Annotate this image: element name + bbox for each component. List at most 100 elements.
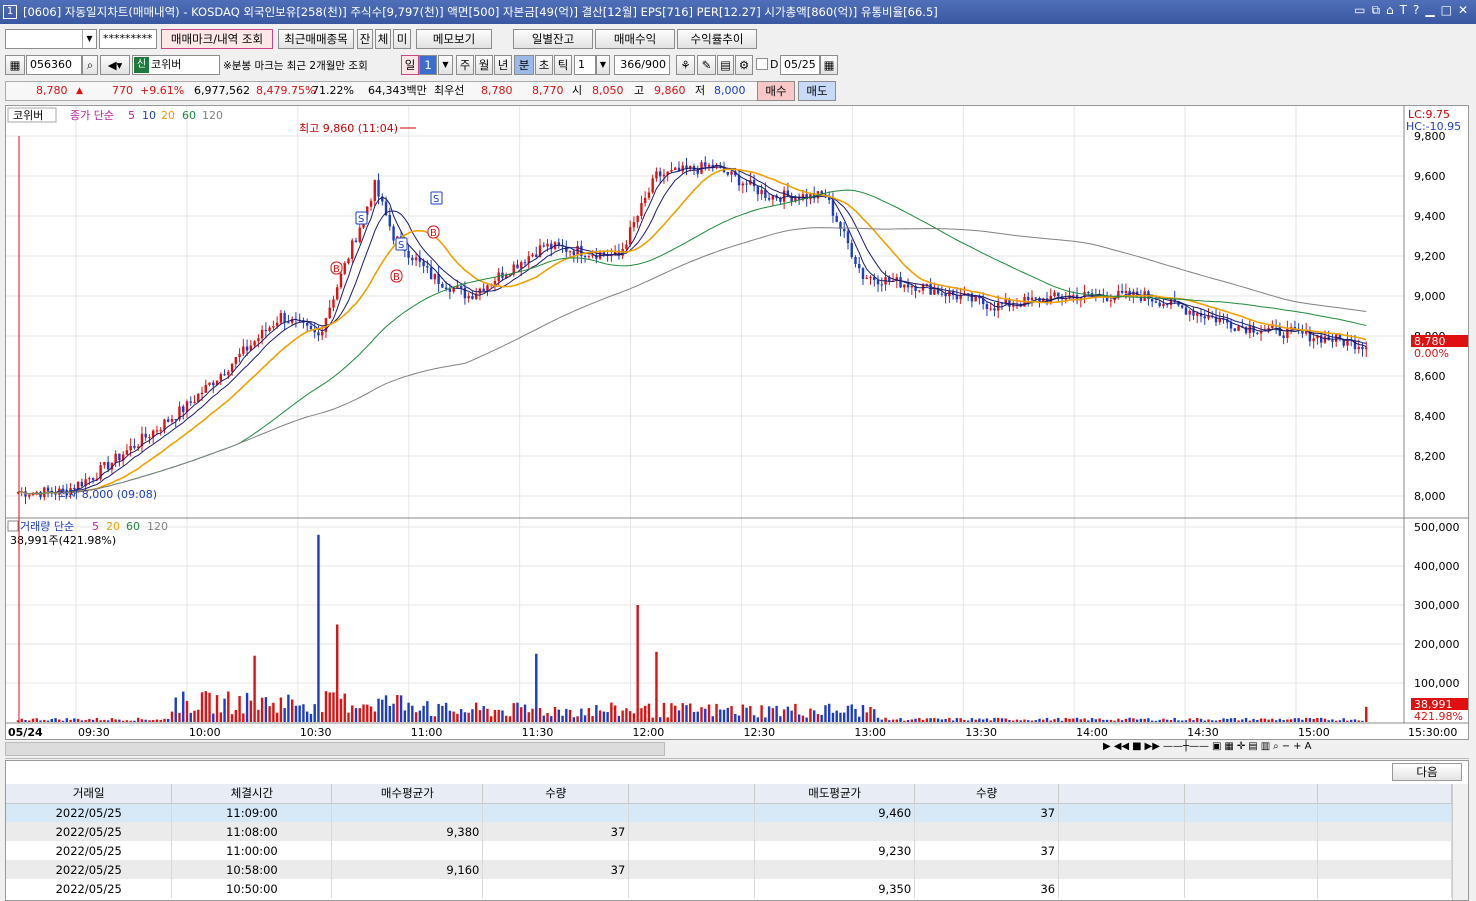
trade-mark-query-button[interactable]: 매매마크/내역 조회	[161, 29, 273, 49]
crosshair-icon[interactable]: ✛	[1237, 741, 1245, 752]
zoom-out-icon[interactable]: −	[1282, 741, 1290, 752]
volume-bar	[1109, 719, 1113, 722]
table-icon[interactable]: ▤	[1248, 741, 1257, 752]
layout-icon[interactable]: ▣	[1212, 741, 1221, 752]
period-second[interactable]: 초	[535, 55, 553, 75]
volume-bar	[185, 700, 189, 722]
chart-menu-icon[interactable]: ▦	[5, 55, 25, 75]
table-cell	[331, 803, 484, 822]
candle	[542, 242, 545, 248]
table-row[interactable]: 2022/05/25 10:50:00 9,350 36	[6, 879, 1453, 898]
window-number[interactable]: 1	[3, 5, 17, 19]
chevron-down-icon[interactable]: ▼	[438, 55, 453, 75]
memo-button[interactable]: 메모보기	[416, 29, 492, 49]
sell-button[interactable]: 매도	[798, 81, 836, 101]
table-row[interactable]: 2022/05/25 11:00:00 9,230 37	[6, 841, 1453, 860]
table-row[interactable]: 2022/05/25 10:58:00 9,160 37	[6, 860, 1453, 879]
price-chart-area[interactable]: 코위버 종가 단순 5 10 20 60 120 LC:9.75 HC:-10.…	[5, 105, 1469, 740]
minimize-icon[interactable]: ▁	[1425, 3, 1434, 18]
volume-bar	[1019, 720, 1022, 722]
column-header[interactable]: 수량	[914, 784, 1060, 804]
column-header[interactable]: 체결시간	[171, 784, 333, 804]
daily-balance-button[interactable]: 일별잔고	[513, 29, 593, 49]
period-minute[interactable]: 분	[514, 55, 534, 75]
candle	[501, 266, 504, 281]
chevron-down-icon[interactable]: ▼	[82, 30, 96, 48]
help-icon[interactable]: ?	[1413, 3, 1419, 18]
forward-icon[interactable]: ▶▶	[1145, 741, 1160, 752]
zoom-slider[interactable]: ——┼——	[1163, 741, 1209, 752]
account-select[interactable]: ▼	[5, 29, 97, 49]
next-button[interactable]: 다음	[1392, 763, 1462, 781]
volume-bar	[268, 706, 271, 722]
play-icon[interactable]: ▶	[1103, 741, 1111, 752]
period-day[interactable]: 일	[401, 55, 419, 75]
gear-icon[interactable]: ⚙	[735, 55, 753, 75]
interval-select[interactable]: 1	[574, 55, 596, 75]
zoom-icon[interactable]: ⌕	[1273, 741, 1279, 752]
indicator-icon[interactable]: ⚘	[676, 55, 695, 75]
column-header[interactable]: 매수평균가	[331, 784, 484, 804]
maximize-icon[interactable]: □	[1441, 3, 1452, 18]
search-icon[interactable]: ⌕	[82, 55, 98, 75]
volume-bar	[978, 718, 981, 722]
rewind-icon[interactable]: ◀◀	[1114, 741, 1129, 752]
save-icon[interactable]: ▤	[717, 55, 734, 75]
table-vscrollbar[interactable]	[1452, 784, 1468, 900]
password-field[interactable]: *********	[99, 29, 157, 49]
cascade-icon[interactable]: ⧉	[1371, 3, 1380, 18]
time-tick: 09:30	[78, 726, 110, 739]
d-checkbox[interactable]	[756, 58, 768, 70]
stock-name-field[interactable]: 신 코위버	[132, 55, 220, 75]
draw-tool-icon[interactable]: ✎	[697, 55, 716, 75]
period-month[interactable]: 월	[475, 55, 493, 75]
export-icon[interactable]: ▥	[1261, 741, 1270, 752]
volume-bar	[1030, 720, 1034, 722]
column-header[interactable]: 수량	[482, 784, 630, 804]
return-trend-button[interactable]: 수익률추이	[677, 29, 757, 49]
candle-body	[433, 274, 437, 280]
column-header[interactable]	[1317, 784, 1453, 804]
column-header[interactable]	[628, 784, 756, 804]
candle	[39, 491, 42, 500]
sound-icon[interactable]: ◀▾	[100, 55, 130, 75]
price-tick: 9,000	[1414, 290, 1446, 303]
close-icon[interactable]: ✕	[1458, 3, 1468, 18]
volume-bar	[159, 719, 162, 722]
balance-button[interactable]: 잔	[357, 29, 373, 49]
period-week[interactable]: 주	[456, 55, 474, 75]
column-header[interactable]	[1058, 784, 1186, 804]
volume-bar	[989, 720, 992, 722]
link-icon[interactable]: ⌂	[1386, 3, 1394, 18]
candle-body	[358, 227, 361, 242]
stop-icon[interactable]: ■	[1132, 741, 1141, 752]
date-input[interactable]: 05/25	[780, 55, 820, 75]
font-icon[interactable]: T	[1400, 3, 1407, 18]
grid-icon[interactable]: ▦	[1224, 741, 1233, 752]
trade-profit-button[interactable]: 매매수익	[595, 29, 675, 49]
period-tick[interactable]: 틱	[554, 55, 572, 75]
table-row[interactable]: 2022/05/25 11:08:00 9,380 37	[6, 822, 1453, 841]
stock-code-input[interactable]: 056360	[26, 55, 82, 75]
unexecuted-button[interactable]: 미	[393, 29, 411, 49]
candle-body	[1012, 305, 1015, 307]
column-header[interactable]: 매도평균가	[754, 784, 916, 804]
period-number[interactable]: 1	[419, 55, 437, 75]
candle	[880, 277, 883, 292]
recent-trade-button[interactable]: 최근매매종목	[278, 29, 354, 49]
candlestick-chart[interactable]: 코위버 종가 단순 5 10 20 60 120 LC:9.75 HC:-10.…	[6, 106, 1468, 739]
executed-button[interactable]: 체	[375, 29, 391, 49]
chart-scrollbar[interactable]	[5, 742, 665, 756]
column-header[interactable]: 거래일	[6, 784, 173, 804]
count-field[interactable]: 366/900	[614, 55, 670, 75]
table-row[interactable]: 2022/05/25 11:09:00 9,460 37	[6, 803, 1453, 822]
column-header[interactable]	[1184, 784, 1318, 804]
calendar-icon[interactable]: ▦	[820, 55, 838, 75]
buy-button[interactable]: 매수	[757, 81, 795, 101]
chevron-down-icon[interactable]: ▼	[596, 55, 610, 75]
credit-badge: 신	[134, 57, 149, 73]
layout-icon[interactable]: ▭	[1354, 3, 1365, 18]
period-year[interactable]: 년	[494, 55, 512, 75]
font-size-icon[interactable]: A	[1305, 741, 1312, 752]
zoom-in-icon[interactable]: +	[1293, 741, 1301, 752]
